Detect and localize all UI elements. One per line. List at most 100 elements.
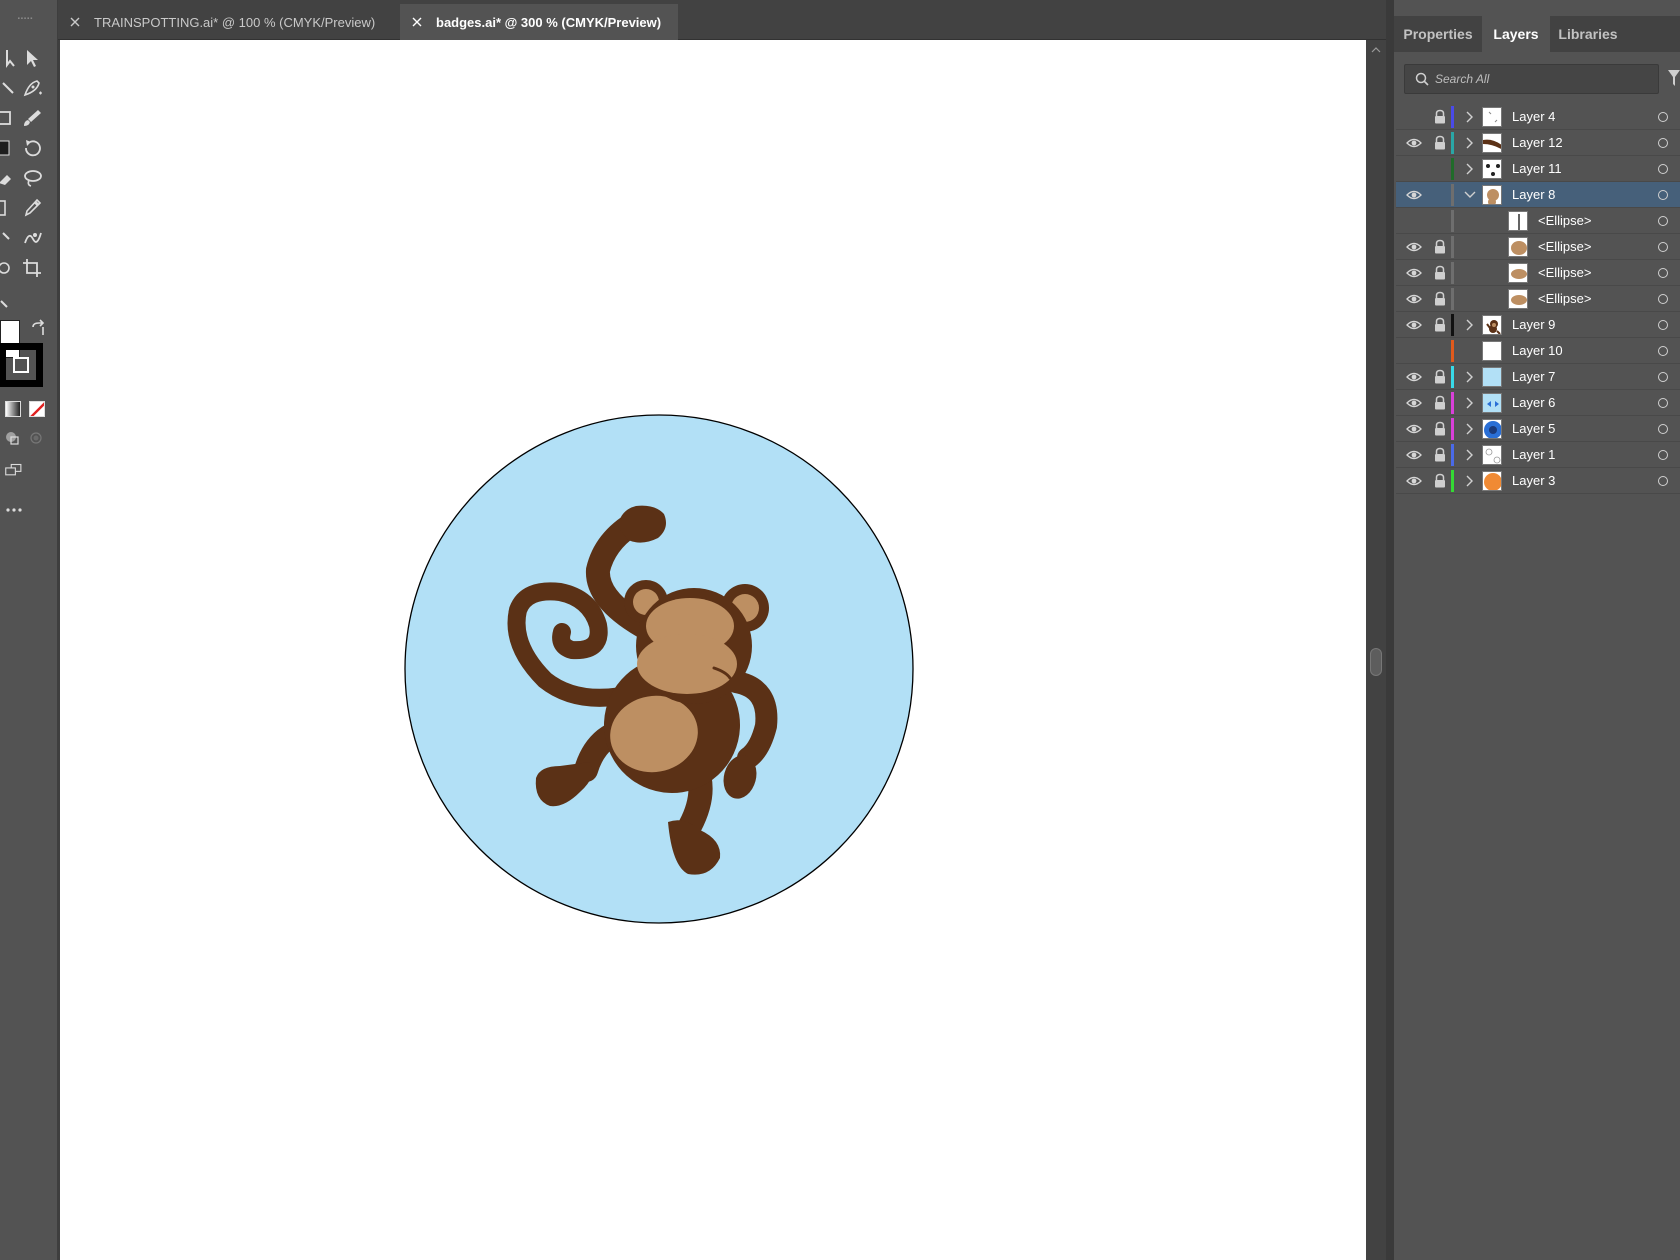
stroke-swatch[interactable] (0, 343, 43, 387)
crop-tool-icon[interactable] (18, 254, 46, 282)
lock-icon[interactable] (1433, 135, 1447, 151)
layer-name[interactable]: Layer 1 (1512, 447, 1555, 462)
chevron-right-icon[interactable] (1464, 448, 1476, 462)
rectangle-tool-icon[interactable] (0, 104, 18, 132)
curvature-tool-icon[interactable] (0, 74, 18, 102)
scroll-up-icon[interactable] (1371, 46, 1381, 54)
layer-row[interactable]: Layer 10 (1396, 338, 1680, 364)
visibility-eye-icon[interactable] (1406, 135, 1422, 151)
lock-icon[interactable] (1433, 265, 1447, 281)
eyedropper-tool-icon[interactable] (18, 194, 46, 222)
dock-divider[interactable] (1386, 0, 1394, 1260)
zoom-tool-icon[interactable] (0, 290, 18, 318)
layer-name[interactable]: Layer 11 (1512, 161, 1562, 176)
sublayer-row[interactable]: <Ellipse> (1396, 234, 1680, 260)
layers-search[interactable] (1404, 64, 1659, 94)
lock-icon[interactable] (1433, 291, 1447, 307)
lock-toggle[interactable] (1433, 161, 1447, 177)
target-circle-icon[interactable] (1658, 476, 1668, 486)
monkey-badge[interactable] (404, 414, 914, 924)
pen-tool-icon[interactable] (18, 74, 46, 102)
target-circle-icon[interactable] (1658, 294, 1668, 304)
selection-tool-icon[interactable] (18, 44, 46, 72)
visibility-eye-icon[interactable] (1406, 291, 1422, 307)
layer-row[interactable]: Layer 3 (1396, 468, 1680, 494)
close-tab-icon[interactable] (68, 15, 82, 29)
visibility-eye-icon[interactable] (1406, 317, 1422, 333)
lasso-tool-icon[interactable] (18, 164, 46, 192)
target-circle-icon[interactable] (1658, 164, 1668, 174)
lock-toggle[interactable] (1433, 187, 1447, 203)
visibility-eye-icon[interactable] (1406, 265, 1422, 281)
lock-icon[interactable] (1433, 317, 1447, 333)
lock-toggle[interactable] (1433, 213, 1447, 229)
visibility-eye-icon[interactable] (1406, 187, 1422, 203)
visibility-eye-icon[interactable] (1406, 473, 1422, 489)
target-circle-icon[interactable] (1658, 372, 1668, 382)
canvas-area[interactable] (58, 40, 1386, 1260)
layer-name[interactable]: Layer 10 (1512, 343, 1563, 358)
sublayer-row[interactable]: <Ellipse> (1396, 208, 1680, 234)
chevron-right-icon[interactable] (1464, 396, 1476, 410)
target-circle-icon[interactable] (1658, 190, 1668, 200)
visibility-eye-icon[interactable] (1406, 447, 1422, 463)
more-tools-icon[interactable] (0, 496, 28, 524)
target-circle-icon[interactable] (1658, 450, 1668, 460)
tab-trainspotting[interactable]: TRAINSPOTTING.ai* @ 100 % (CMYK/Preview) (58, 4, 398, 40)
target-circle-icon[interactable] (1658, 424, 1668, 434)
swap-fill-stroke-icon[interactable] (24, 316, 52, 344)
chevron-right-icon[interactable] (1464, 318, 1476, 332)
visibility-toggle[interactable] (1406, 213, 1422, 229)
layer-name[interactable]: <Ellipse> (1538, 265, 1591, 280)
layer-name[interactable]: <Ellipse> (1538, 239, 1591, 254)
layer-row[interactable]: Layer 4 (1396, 104, 1680, 130)
chevron-down-icon[interactable] (1464, 188, 1476, 202)
target-circle-icon[interactable] (1658, 346, 1668, 356)
draw-behind-icon[interactable] (22, 424, 50, 452)
layer-name[interactable]: <Ellipse> (1538, 213, 1591, 228)
tab-layers[interactable]: Layers (1482, 16, 1550, 52)
lock-icon[interactable] (1433, 421, 1447, 437)
target-circle-icon[interactable] (1658, 320, 1668, 330)
search-input[interactable] (1435, 72, 1635, 86)
chevron-right-icon[interactable] (1464, 136, 1476, 150)
visibility-eye-icon[interactable] (1406, 421, 1422, 437)
visibility-eye-icon[interactable] (1406, 369, 1422, 385)
lock-icon[interactable] (1433, 369, 1447, 385)
chevron-right-icon[interactable] (1464, 162, 1476, 176)
lock-icon[interactable] (1433, 239, 1447, 255)
screen-mode-icon[interactable] (0, 456, 32, 484)
tab-properties[interactable]: Properties (1394, 16, 1482, 52)
layer-name[interactable]: Layer 5 (1512, 421, 1555, 436)
paintbrush-tool-icon[interactable] (18, 104, 46, 132)
layer-row[interactable]: Layer 8 (1396, 182, 1680, 208)
target-circle-icon[interactable] (1658, 398, 1668, 408)
target-circle-icon[interactable] (1658, 242, 1668, 252)
panel-grip[interactable] (0, 14, 58, 24)
vertical-scrollbar[interactable] (1366, 40, 1386, 1260)
target-circle-icon[interactable] (1658, 138, 1668, 148)
visibility-eye-icon[interactable] (1406, 395, 1422, 411)
layer-name[interactable]: Layer 9 (1512, 317, 1555, 332)
chevron-right-icon[interactable] (1464, 370, 1476, 384)
shaper-tool-icon[interactable] (0, 134, 18, 162)
target-circle-icon[interactable] (1658, 268, 1668, 278)
layer-row[interactable]: Layer 9 (1396, 312, 1680, 338)
tab-libraries[interactable]: Libraries (1550, 16, 1626, 52)
artboard[interactable] (60, 40, 1366, 1260)
ellipse-tool-icon[interactable] (0, 254, 18, 282)
layer-row[interactable]: Layer 11 (1396, 156, 1680, 182)
scrollbar-thumb[interactable] (1370, 648, 1382, 676)
layer-name[interactable]: Layer 3 (1512, 473, 1555, 488)
none-swatch-icon[interactable] (29, 401, 45, 417)
direct-selection-tool-icon[interactable] (0, 44, 18, 72)
visibility-toggle[interactable] (1406, 343, 1422, 359)
eraser-tool-icon[interactable] (0, 164, 18, 192)
layer-name[interactable]: Layer 6 (1512, 395, 1555, 410)
layer-row[interactable]: Layer 6 (1396, 390, 1680, 416)
layer-row[interactable]: Layer 5 (1396, 416, 1680, 442)
layer-name[interactable]: Layer 4 (1512, 109, 1555, 124)
tab-badges[interactable]: badges.ai* @ 300 % (CMYK/Preview) (400, 4, 678, 40)
layer-name[interactable]: <Ellipse> (1538, 291, 1591, 306)
chevron-right-icon[interactable] (1464, 422, 1476, 436)
